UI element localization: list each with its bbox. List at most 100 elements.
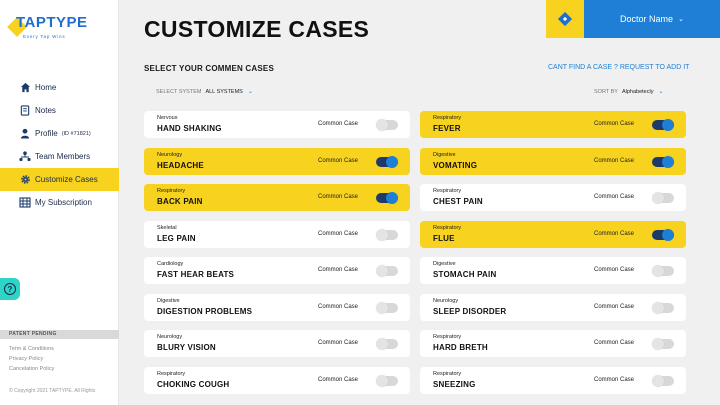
common-case-toggle[interactable] (376, 229, 398, 241)
common-case-toggle[interactable] (652, 119, 674, 131)
sidebar-item-customize-cases[interactable]: Customize Cases (0, 168, 119, 191)
toggle-knob (376, 265, 388, 277)
common-case-label: Common Case (593, 340, 634, 346)
case-card[interactable]: Respiratory BACK PAIN Common Case (144, 184, 410, 211)
common-case-toggle[interactable] (652, 156, 674, 168)
case-card[interactable]: Respiratory FLUE Common Case (420, 221, 686, 248)
logo-diamond-icon (557, 11, 573, 27)
sidebar-item-notes[interactable]: Notes (0, 99, 119, 122)
user-name: Doctor Name (620, 14, 674, 24)
header-user-area: Doctor Name ⌄ (546, 0, 720, 38)
taptype-logo[interactable]: TAPTYPE Every Tap Wins (7, 12, 90, 46)
user-menu[interactable]: Doctor Name ⌄ (584, 0, 720, 38)
case-system: Digestive (433, 152, 456, 158)
toggle-knob (652, 265, 664, 277)
case-card[interactable]: Respiratory CHOKING COUGH Common Case (144, 367, 410, 394)
toggle-knob (376, 338, 388, 350)
common-case-toggle[interactable] (376, 156, 398, 168)
common-case-toggle[interactable] (652, 338, 674, 350)
sidebar-item-profile[interactable]: Profile (ID #71821) (0, 122, 119, 145)
common-case-label: Common Case (317, 121, 358, 127)
sidebar-item-team-members[interactable]: Team Members (0, 145, 119, 168)
case-system: Neurology (157, 334, 183, 340)
help-button[interactable]: ? (0, 278, 20, 300)
case-system: Neurology (157, 152, 183, 158)
case-card[interactable]: Digestive STOMACH PAIN Common Case (420, 257, 686, 284)
case-system: Cardiology (157, 261, 184, 267)
toggle-knob (376, 119, 388, 131)
common-case-label: Common Case (317, 267, 358, 273)
logo-wordmark: TAPTYPE (16, 14, 88, 31)
case-card[interactable]: Neurology BLURY VISION Common Case (144, 330, 410, 357)
case-card[interactable]: Nervous HAND SHAKING Common Case (144, 111, 410, 138)
common-case-label: Common Case (317, 158, 358, 164)
common-case-toggle[interactable] (376, 375, 398, 387)
sidebar-item-label: Notes (35, 106, 56, 115)
toggle-knob (652, 302, 664, 314)
case-card[interactable]: Skeletal LEG PAIN Common Case (144, 221, 410, 248)
common-case-toggle[interactable] (376, 192, 398, 204)
common-case-toggle[interactable] (376, 265, 398, 277)
common-case-toggle[interactable] (652, 375, 674, 387)
case-card[interactable]: Neurology SLEEP DISORDER Common Case (420, 294, 686, 321)
case-system: Neurology (433, 298, 459, 304)
case-name: DIGESTION PROBLEMS (157, 307, 253, 316)
page-title: CUSTOMIZE CASES (144, 16, 370, 42)
case-name: LEG PAIN (157, 234, 196, 243)
cancelation-link[interactable]: Cancelation Policy (9, 364, 54, 374)
question-icon: ? (4, 283, 16, 295)
case-name: BLURY VISION (157, 343, 216, 352)
case-name: STOMACH PAIN (433, 270, 497, 279)
terms-link[interactable]: Term & Conditions (9, 344, 54, 354)
sidebar-nav: Home Notes Profile (ID #71821) Team Memb… (0, 76, 119, 214)
common-case-label: Common Case (593, 304, 634, 310)
notes-icon (19, 105, 31, 117)
common-case-toggle[interactable] (376, 338, 398, 350)
case-card[interactable]: Digestive DIGESTION PROBLEMS Common Case (144, 294, 410, 321)
chevron-down-icon: ⌄ (658, 89, 664, 95)
toggle-knob (386, 192, 398, 204)
common-case-label: Common Case (317, 377, 358, 383)
case-card[interactable]: Cardiology FAST HEAR BEATS Common Case (144, 257, 410, 284)
sort-value: Alphabetecly (621, 88, 654, 95)
privacy-link[interactable]: Privacy Policy (9, 354, 54, 364)
case-card[interactable]: Neurology HEADACHE Common Case (144, 148, 410, 175)
common-case-toggle[interactable] (376, 119, 398, 131)
footer-links: Term & Conditions Privacy Policy Cancela… (9, 344, 54, 374)
case-card[interactable]: Respiratory CHEST PAIN Common Case (420, 184, 686, 211)
case-name: BACK PAIN (157, 197, 203, 206)
case-system: Respiratory (433, 371, 462, 377)
header-brand-button[interactable] (546, 0, 584, 38)
common-case-toggle[interactable] (376, 302, 398, 314)
system-filter-label: SELECT SYSTEM (156, 88, 202, 95)
case-name: FEVER (433, 124, 461, 133)
case-system: Respiratory (157, 188, 186, 194)
case-card[interactable]: Respiratory SNEEZING Common Case (420, 367, 686, 394)
sidebar: TAPTYPE Every Tap Wins Home Notes Profil… (0, 0, 119, 405)
common-case-toggle[interactable] (652, 192, 674, 204)
sidebar-item-home[interactable]: Home (0, 76, 119, 99)
case-system: Respiratory (157, 371, 186, 377)
case-card[interactable]: Respiratory HARD BRETH Common Case (420, 330, 686, 357)
toggle-knob (662, 119, 674, 131)
chevron-down-icon: ⌄ (678, 16, 684, 23)
team-icon (19, 151, 31, 163)
sidebar-item-label: Team Members (35, 152, 91, 161)
sort-dropdown[interactable]: SORT BY Alphabetecly ⌄ (594, 88, 664, 96)
case-name: SNEEZING (433, 380, 476, 389)
common-case-label: Common Case (317, 194, 358, 200)
sidebar-item-label: Customize Cases (35, 175, 98, 184)
system-filter[interactable]: SELECT SYSTEM ALL SYSTEMS ⌄ (156, 88, 253, 96)
case-card[interactable]: Respiratory FEVER Common Case (420, 111, 686, 138)
patent-pending-label: PATENT PENDING (0, 330, 119, 339)
common-case-toggle[interactable] (652, 229, 674, 241)
common-case-toggle[interactable] (652, 265, 674, 277)
common-case-label: Common Case (593, 121, 634, 127)
subscription-icon (19, 197, 31, 209)
case-system: Digestive (433, 261, 456, 267)
case-card[interactable]: Digestive VOMATING Common Case (420, 148, 686, 175)
request-case-link[interactable]: CANT FIND A CASE ? REQUEST TO ADD IT (548, 64, 689, 71)
logo-tagline: Every Tap Wins (23, 34, 66, 39)
common-case-toggle[interactable] (652, 302, 674, 314)
sidebar-item-my-subscription[interactable]: My Subscription (0, 191, 119, 214)
